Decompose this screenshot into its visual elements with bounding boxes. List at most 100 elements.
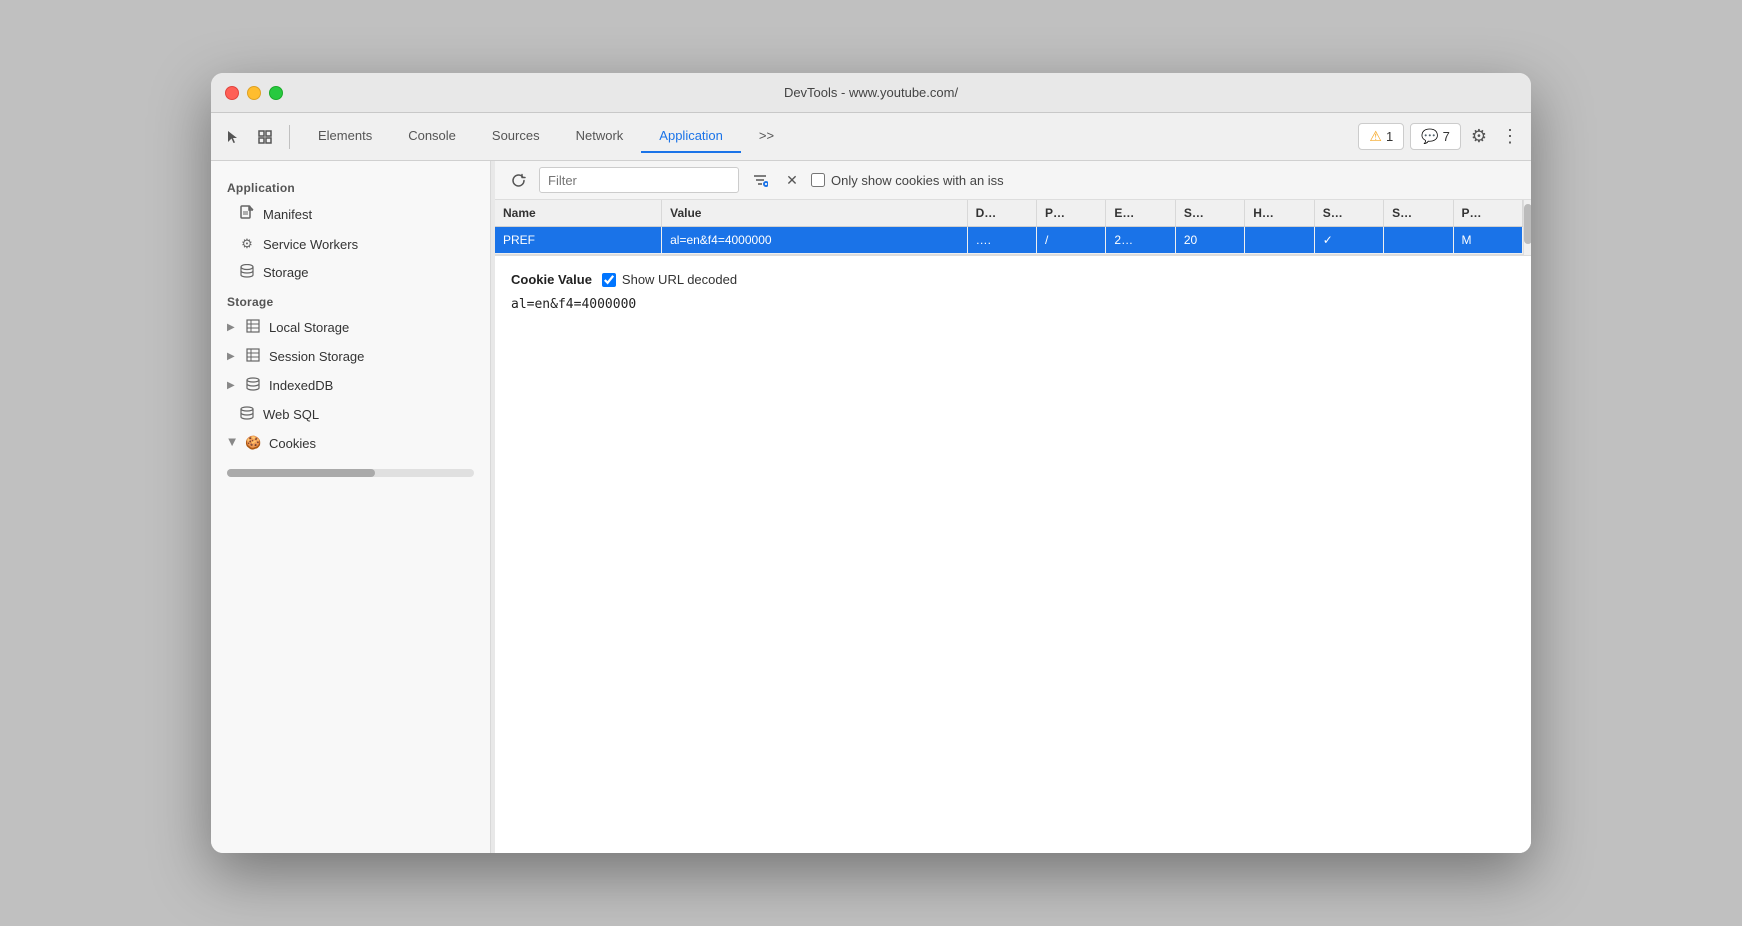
cell-httponly <box>1245 227 1314 254</box>
col-header-domain[interactable]: D… <box>967 200 1036 227</box>
sidebar-item-local-storage[interactable]: ▶ Local Storage <box>211 313 490 342</box>
session-storage-arrow: ▶ <box>227 351 237 362</box>
chat-badge-button[interactable]: 💬 7 <box>1410 123 1461 150</box>
cookies-arrow: ▶ <box>227 438 238 448</box>
panel-toolbar: ✕ Only show cookies with an iss <box>495 161 1531 200</box>
title-bar: DevTools - www.youtube.com/ <box>211 73 1531 113</box>
tab-console[interactable]: Console <box>390 120 474 153</box>
sidebar-item-cookies[interactable]: ▶ 🍪 Cookies <box>211 429 490 457</box>
session-storage-icon <box>245 348 261 365</box>
sidebar-item-indexeddb[interactable]: ▶ IndexedDB <box>211 371 490 400</box>
filter-input[interactable] <box>539 167 739 193</box>
sidebar-item-storage[interactable]: Storage <box>211 258 490 287</box>
cell-name: PREF <box>495 227 662 254</box>
devtools-window: DevTools - www.youtube.com/ Elements Con… <box>211 73 1531 853</box>
cell-path: / <box>1037 227 1106 254</box>
more-options-icon[interactable]: ⋮ <box>1497 122 1523 151</box>
local-storage-label: Local Storage <box>269 320 349 335</box>
sidebar-section-application: Application <box>211 173 490 199</box>
cookie-table: Name Value D… P… E… S… H… S… S… P… <box>495 200 1523 254</box>
cell-expires: 2… <box>1106 227 1175 254</box>
tab-bar: Elements Console Sources Network Applica… <box>300 120 1354 153</box>
tab-elements[interactable]: Elements <box>300 120 390 153</box>
main-toolbar: Elements Console Sources Network Applica… <box>211 113 1531 161</box>
col-header-name[interactable]: Name <box>495 200 662 227</box>
indexeddb-icon <box>245 377 261 394</box>
warning-badge-button[interactable]: ⚠ 1 <box>1358 123 1404 150</box>
local-storage-arrow: ▶ <box>227 322 237 333</box>
chat-icon: 💬 <box>1421 128 1438 145</box>
sidebar-item-manifest[interactable]: Manifest <box>211 199 490 230</box>
session-storage-label: Session Storage <box>269 349 364 364</box>
window-title: DevTools - www.youtube.com/ <box>784 85 958 100</box>
warning-count: 1 <box>1386 129 1393 144</box>
detail-value: al=en&f4=4000000 <box>511 297 1515 312</box>
warning-icon: ⚠ <box>1369 128 1382 145</box>
sidebar-section-storage: Storage <box>211 287 490 313</box>
table-vertical-scrollbar[interactable] <box>1523 200 1531 255</box>
web-sql-icon <box>239 406 255 423</box>
sidebar-scrollbar-thumb <box>227 469 375 477</box>
toolbar-separator <box>289 125 290 149</box>
manifest-label: Manifest <box>263 207 312 222</box>
traffic-lights <box>225 86 283 100</box>
col-header-path[interactable]: P… <box>1037 200 1106 227</box>
cursor-icon[interactable] <box>219 123 247 151</box>
sidebar-item-service-workers[interactable]: ⚙ Service Workers <box>211 230 490 258</box>
sidebar-item-session-storage[interactable]: ▶ Session Storage <box>211 342 490 371</box>
col-header-secure[interactable]: S… <box>1314 200 1383 227</box>
filter-options-icon[interactable] <box>747 167 773 193</box>
local-storage-icon <box>245 319 261 336</box>
cookies-icon: 🍪 <box>245 435 261 451</box>
storage-label: Storage <box>263 265 309 280</box>
cookie-table-container: Name Value D… P… E… S… H… S… S… P… <box>495 200 1523 255</box>
maximize-button[interactable] <box>269 86 283 100</box>
detail-panel: Cookie Value Show URL decoded al=en&f4=4… <box>495 256 1531 853</box>
col-header-value[interactable]: Value <box>662 200 967 227</box>
service-workers-icon: ⚙ <box>239 236 255 252</box>
tab-sources[interactable]: Sources <box>474 120 558 153</box>
table-scrollbar-thumb <box>1524 204 1531 244</box>
indexeddb-label: IndexedDB <box>269 378 333 393</box>
storage-icon <box>239 264 255 281</box>
minimize-button[interactable] <box>247 86 261 100</box>
web-sql-label: Web SQL <box>263 407 319 422</box>
tab-application[interactable]: Application <box>641 120 741 153</box>
toolbar-right: ⚠ 1 💬 7 ⚙ ⋮ <box>1358 122 1523 151</box>
manifest-icon <box>239 205 255 224</box>
main-panel: ✕ Only show cookies with an iss Name Val… <box>495 161 1531 853</box>
sidebar-scrollbar[interactable] <box>227 469 474 477</box>
col-header-priority[interactable]: P… <box>1453 200 1522 227</box>
service-workers-label: Service Workers <box>263 237 358 252</box>
detail-title: Cookie Value <box>511 272 592 287</box>
col-header-httponly[interactable]: H… <box>1245 200 1314 227</box>
main-content: Application Manifest ⚙ Service Workers <box>211 161 1531 853</box>
sidebar: Application Manifest ⚙ Service Workers <box>211 161 491 853</box>
close-button[interactable] <box>225 86 239 100</box>
settings-icon[interactable]: ⚙ <box>1467 122 1491 151</box>
col-header-size[interactable]: S… <box>1175 200 1244 227</box>
show-decoded-text: Show URL decoded <box>622 272 737 287</box>
only-cookies-checkbox[interactable] <box>811 173 825 187</box>
refresh-button[interactable] <box>505 167 531 193</box>
cell-domain: …. <box>967 227 1036 254</box>
indexeddb-arrow: ▶ <box>227 380 237 391</box>
cell-samesite <box>1384 227 1453 254</box>
detail-header: Cookie Value Show URL decoded <box>511 272 1515 287</box>
only-cookies-label[interactable]: Only show cookies with an iss <box>811 173 1004 188</box>
inspect-icon[interactable] <box>251 123 279 151</box>
only-cookies-text: Only show cookies with an iss <box>831 173 1004 188</box>
col-header-expires[interactable]: E… <box>1106 200 1175 227</box>
table-row[interactable]: PREF al=en&f4=4000000 …. / 2… 20 ✓ M <box>495 227 1523 254</box>
cell-priority: M <box>1453 227 1522 254</box>
show-decoded-label[interactable]: Show URL decoded <box>602 272 737 287</box>
col-header-samesite[interactable]: S… <box>1384 200 1453 227</box>
cookies-label: Cookies <box>269 436 316 451</box>
tab-more[interactable]: >> <box>741 120 792 153</box>
tab-network[interactable]: Network <box>558 120 642 153</box>
sidebar-item-web-sql[interactable]: Web SQL <box>211 400 490 429</box>
cell-secure: ✓ <box>1314 227 1383 254</box>
clear-filter-button[interactable]: ✕ <box>781 169 803 191</box>
show-decoded-checkbox[interactable] <box>602 273 616 287</box>
cell-size: 20 <box>1175 227 1244 254</box>
